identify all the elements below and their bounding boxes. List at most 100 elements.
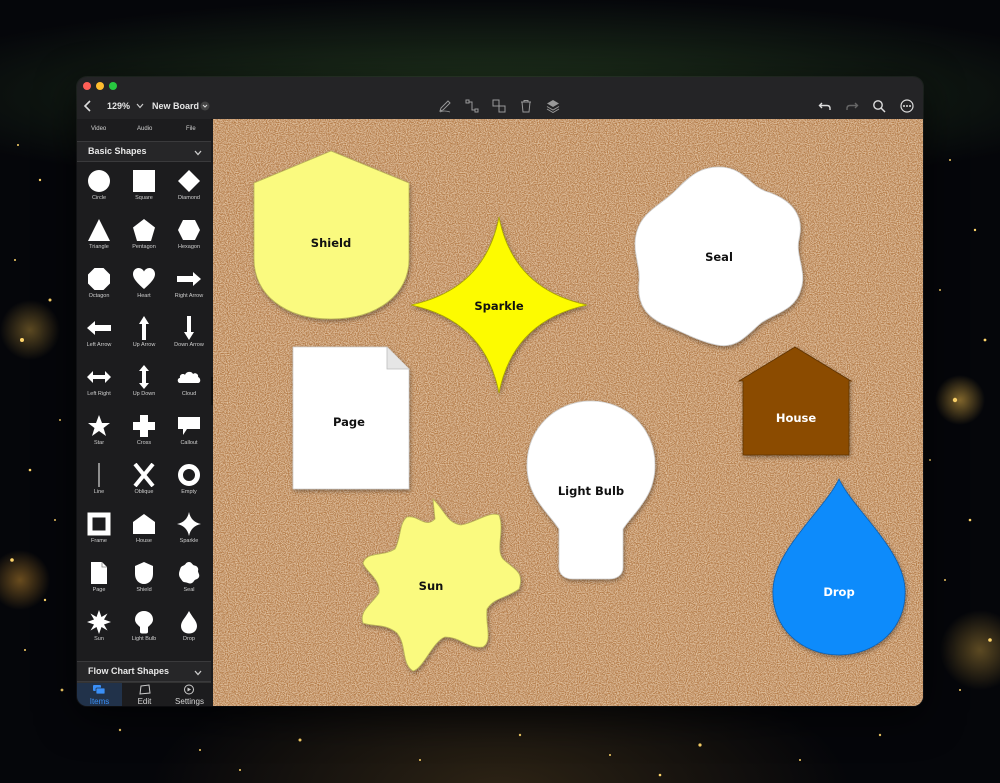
shape-label: Heart [137,293,151,299]
zoom-level[interactable]: 129% [107,101,130,111]
shape-tile-seal[interactable]: Seal [167,555,211,604]
shape-label: Callout [180,440,198,446]
section-header-basic-shapes[interactable]: Basic Shapes [77,141,211,162]
settings-icon [184,684,194,695]
sparkle-icon [177,512,201,536]
callout-icon [178,417,200,435]
shape-label: Left Arrow [86,342,112,348]
shape-label: Triangle [89,244,109,250]
tab-label: Edit [137,697,152,706]
board-menu-chevron-icon[interactable] [197,98,213,114]
chevron-down-icon [193,145,203,163]
shape-tile-down-arrow[interactable]: Down Arrow [167,310,211,359]
undo-icon[interactable] [817,98,833,114]
connector-icon[interactable] [464,98,480,114]
shape-label: Circle [91,195,107,201]
shape-tile-left-right[interactable]: Left Right [77,359,121,408]
up-arrow-icon [139,316,149,340]
circle-icon [88,170,110,192]
shape-tile-empty[interactable]: Empty [167,457,211,506]
shape-label: Seal [183,587,195,593]
shape-label: Left Right [87,391,111,397]
shape-tile-pentagon[interactable]: Pentagon [122,212,166,261]
section-title: Flow Chart Shapes [88,666,170,676]
bottom-tab-bar: Items Edit Settings [77,682,211,706]
light-bulb-icon [135,611,153,634]
shape-tile-diamond[interactable]: Diamond [167,163,211,212]
shape-label: House [136,538,152,544]
media-item-audio[interactable]: Audio [137,126,152,132]
shape-label: Down Arrow [174,342,204,348]
shape-label: Shield [136,587,152,593]
shape-tile-square[interactable]: Square [122,163,166,212]
shape-tile-octagon[interactable]: Octagon [77,261,121,310]
back-icon[interactable] [80,98,96,114]
shape-tile-cloud[interactable]: Cloud [167,359,211,408]
redo-icon[interactable] [844,98,860,114]
shape-tile-shield[interactable]: Shield [122,555,166,604]
shape-tile-heart[interactable]: Heart [122,261,166,310]
tab-settings[interactable]: Settings [167,683,212,706]
shield-shape[interactable] [253,150,410,320]
up-down-arrow-icon [139,365,149,389]
pen-icon[interactable] [437,98,453,114]
shape-tile-callout[interactable]: Callout [167,408,211,457]
shape-tile-hexagon[interactable]: Hexagon [167,212,211,261]
board-title[interactable]: New Board [152,101,199,111]
shape-tile-page[interactable]: Page [77,555,121,604]
shape-tile-left-arrow[interactable]: Left Arrow [77,310,121,359]
shape-label: Sparkle [179,538,199,544]
line-icon [98,463,100,487]
zoom-window-button[interactable] [109,82,117,90]
tab-label: Settings [175,697,204,706]
shape-tile-oblique[interactable]: Oblique [122,457,166,506]
down-arrow-icon [184,316,194,340]
shape-label: Diamond [177,195,200,201]
cross-icon [133,415,155,437]
shape-tile-drop[interactable]: Drop [167,604,211,653]
close-window-button[interactable] [83,82,91,90]
shape-label: Hexagon [177,244,201,250]
shield-label: Shield [310,236,352,250]
house-icon [133,514,155,534]
shape-tile-up-arrow[interactable]: Up Arrow [122,310,166,359]
shape-tile-frame[interactable]: Frame [77,506,121,555]
shape-tile-triangle[interactable]: Triangle [77,212,121,261]
sun-label: Sun [418,579,444,593]
search-icon[interactable] [871,98,887,114]
pentagon-icon [133,219,155,241]
shape-tile-star[interactable]: Star [77,408,121,457]
diamond-icon [178,170,200,192]
shape-tile-house[interactable]: House [122,506,166,555]
shape-tile-circle[interactable]: Circle [77,163,121,212]
corkboard-canvas[interactable]: Shield Sparkle Seal Page House Light Bul… [213,119,923,706]
sparkle-label: Sparkle [474,299,524,313]
shape-tile-right-arrow[interactable]: Right Arrow [167,261,211,310]
house-label: House [775,411,817,425]
left-right-arrow-icon [87,371,111,383]
media-item-file[interactable]: File [186,126,196,132]
tab-items[interactable]: Items [77,683,122,706]
media-item-video[interactable]: Video [91,126,106,132]
trash-icon[interactable] [518,98,534,114]
tab-edit[interactable]: Edit [122,683,167,706]
light-bulb-label: Light Bulb [557,484,625,498]
layers-icon[interactable] [545,98,561,114]
shape-label: Star [93,440,105,446]
shape-tile-line[interactable]: Line [77,457,121,506]
arrange-icon[interactable] [491,98,507,114]
zoom-chevron-down-icon[interactable] [132,98,148,114]
hexagon-icon [178,220,200,240]
shape-label: Cross [136,440,152,446]
minimize-window-button[interactable] [96,82,104,90]
section-header-flow-chart-shapes[interactable]: Flow Chart Shapes [77,661,211,682]
triangle-icon [88,219,110,241]
edit-icon [139,684,151,695]
shape-tile-up-down[interactable]: Up Down [122,359,166,408]
shape-tile-cross[interactable]: Cross [122,408,166,457]
shape-tile-sparkle[interactable]: Sparkle [167,506,211,555]
seal-icon [179,562,200,584]
shape-tile-sun[interactable]: Sun [77,604,121,653]
shape-tile-light-bulb[interactable]: Light Bulb [122,604,166,653]
more-options-icon[interactable] [899,98,915,114]
